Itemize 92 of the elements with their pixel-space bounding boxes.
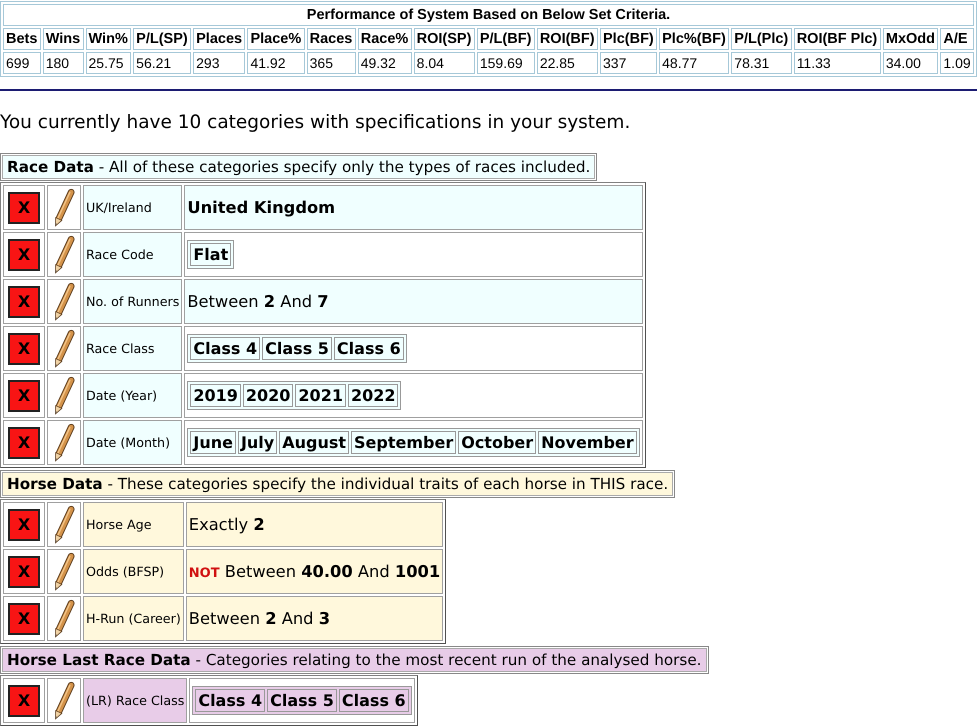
- chip: October: [458, 431, 536, 454]
- chip: Class 6: [338, 689, 409, 712]
- category-label: UK/Ireland: [83, 185, 182, 230]
- chip: August: [279, 431, 350, 454]
- column-header: ROI(BF): [536, 28, 598, 50]
- category-label: Date (Month): [83, 420, 182, 465]
- pencil-icon[interactable]: [53, 234, 75, 274]
- column-header: Wins: [42, 28, 84, 50]
- table-cell: 365: [306, 52, 356, 74]
- value-text: Exactly 2: [188, 515, 265, 534]
- pencil-icon[interactable]: [53, 504, 75, 544]
- category-label: Race Class: [83, 326, 182, 371]
- table-cell: 25.75: [86, 52, 132, 74]
- category-label: (LR) Race Class: [83, 678, 188, 723]
- column-header: P/L(Plc): [731, 28, 792, 50]
- value-text: Between 40.00 And 1001: [224, 562, 440, 581]
- table-cell: 41.92: [247, 52, 305, 74]
- chip: 2021: [295, 384, 346, 407]
- section-header: Horse Last Race Data - Categories relating to the most recent run of the analysed horse.: [0, 646, 708, 674]
- chip: 2020: [242, 384, 294, 407]
- table-cell: 159.69: [476, 52, 535, 74]
- value-text: Between 2 And 7: [187, 292, 329, 311]
- table-cell: 1.09: [940, 52, 974, 74]
- category-label: Horse Age: [83, 502, 184, 547]
- table-cell: 180: [42, 52, 84, 74]
- delete-button[interactable]: X: [8, 238, 40, 270]
- pencil-icon[interactable]: [53, 422, 75, 462]
- column-header: A/E: [940, 28, 974, 50]
- column-header: Bets: [3, 28, 41, 50]
- pencil-icon[interactable]: [53, 376, 75, 416]
- category-label: Race Code: [83, 232, 182, 277]
- value-text: Between 2 And 3: [188, 609, 330, 628]
- table-cell: 56.21: [133, 52, 192, 74]
- column-header: MxOdd: [882, 28, 938, 50]
- column-header: Races: [306, 28, 356, 50]
- chip: Flat: [190, 243, 232, 266]
- column-header: ROI(SP): [414, 28, 475, 50]
- chip: 2019: [190, 384, 241, 407]
- table-cell: 8.04: [414, 52, 475, 74]
- table-cell: 78.31: [731, 52, 792, 74]
- pencil-icon[interactable]: [53, 598, 75, 638]
- pencil-icon[interactable]: [53, 680, 75, 720]
- chip: Class 4: [190, 337, 260, 360]
- table-cell: 293: [193, 52, 246, 74]
- delete-button[interactable]: X: [8, 426, 40, 458]
- column-header: Plc(BF): [600, 28, 658, 50]
- section-header: Horse Data - These categories specify the individual traits of each horse in THIS race.: [0, 470, 676, 498]
- column-header: Place%: [247, 28, 305, 50]
- table-cell: 11.33: [794, 52, 881, 74]
- delete-button[interactable]: X: [8, 286, 40, 318]
- column-header: P/L(SP): [133, 28, 192, 50]
- column-header: P/L(BF): [476, 28, 535, 50]
- table-cell: 22.85: [536, 52, 598, 74]
- column-header: Plc%(BF): [659, 28, 730, 50]
- delete-button[interactable]: X: [8, 192, 40, 224]
- table-cell: 49.32: [358, 52, 412, 74]
- delete-button[interactable]: X: [8, 556, 40, 588]
- chip: September: [351, 431, 456, 454]
- delete-button[interactable]: X: [8, 332, 40, 364]
- column-header: Race%: [358, 28, 412, 50]
- delete-button[interactable]: X: [8, 380, 40, 412]
- chip: Class 4: [195, 689, 266, 712]
- chip: 2022: [348, 384, 398, 407]
- column-header: Win%: [86, 28, 132, 50]
- chip: June: [190, 431, 236, 454]
- pencil-icon[interactable]: [53, 282, 75, 322]
- pencil-icon[interactable]: [53, 328, 75, 368]
- table-cell: 48.77: [659, 52, 730, 74]
- category-label: Odds (BFSP): [83, 549, 184, 594]
- chip: November: [538, 431, 637, 454]
- chip: July: [238, 431, 278, 454]
- delete-button[interactable]: X: [8, 684, 40, 716]
- table-cell: 699: [3, 52, 41, 74]
- section-header: Race Data - All of these categories specify only the types of races included.: [0, 153, 598, 181]
- table-title: Performance of System Based on Below Set Criteria.: [3, 4, 974, 26]
- category-label: H-Run (Career): [83, 596, 184, 641]
- pencil-icon[interactable]: [53, 552, 75, 592]
- summary-text: You currently have 10 categories with specifications in your system.: [0, 112, 632, 133]
- chip: Class 5: [267, 689, 337, 712]
- delete-button[interactable]: X: [8, 508, 40, 540]
- column-header: Places: [193, 28, 246, 50]
- category-label: No. of Runners: [83, 279, 182, 324]
- not-label: NOT: [188, 566, 220, 581]
- pencil-icon[interactable]: [53, 188, 75, 228]
- value-text: United Kingdom: [187, 198, 336, 217]
- category-label: Date (Year): [83, 373, 182, 418]
- delete-button[interactable]: X: [8, 602, 40, 634]
- table-cell: 34.00: [882, 52, 938, 74]
- column-header: ROI(BF Plc): [794, 28, 881, 50]
- table-cell: 337: [600, 52, 658, 74]
- chip: Class 6: [334, 337, 404, 360]
- chip: Class 5: [262, 337, 332, 360]
